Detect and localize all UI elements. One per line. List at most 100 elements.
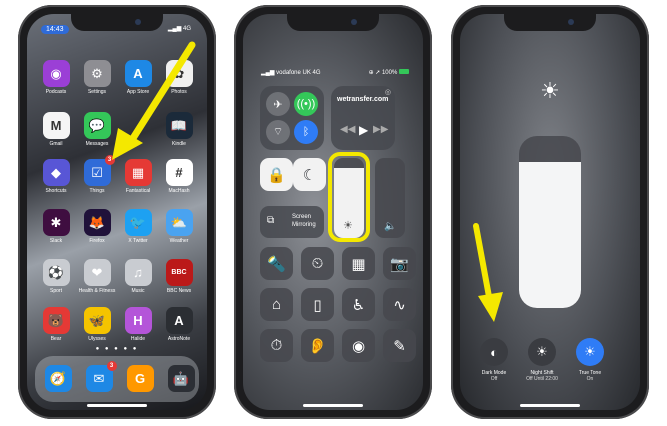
cellular-data-icon[interactable]: ((•)) bbox=[294, 92, 318, 116]
app-astronote[interactable]: A AstroNote bbox=[164, 307, 194, 342]
calculator-icon[interactable]: ▦ bbox=[342, 247, 375, 280]
play-icon[interactable]: ▶ bbox=[359, 123, 368, 137]
bluetooth-icon[interactable]: ᛒ bbox=[294, 120, 318, 144]
camera-icon[interactable]: 📷 bbox=[383, 247, 416, 280]
bbc-news-icon: BBC bbox=[165, 259, 193, 286]
true-tone-label: True Tone On bbox=[578, 370, 602, 382]
blank-icon bbox=[125, 112, 152, 139]
things-checkbox-icon: ☑ 3 bbox=[83, 155, 115, 186]
app-label: Weather bbox=[169, 238, 189, 244]
app-things[interactable]: ☑ 3 Things bbox=[82, 155, 115, 194]
app-music[interactable]: ♫ Music bbox=[123, 259, 153, 294]
app-messages[interactable]: 💬 Messages bbox=[82, 112, 112, 147]
app-x-twitter[interactable]: 🐦 X Twitter bbox=[123, 209, 153, 244]
bear-icon: 🐻 bbox=[42, 307, 70, 334]
dock-app-mail[interactable]: ✉ 3 bbox=[84, 361, 117, 392]
gear-icon: ⚙ bbox=[83, 60, 111, 87]
app-podcasts[interactable]: ◉ Podcasts bbox=[41, 60, 71, 95]
airplay-icon[interactable]: ◎ bbox=[385, 88, 391, 96]
dark-mode-button[interactable]: ◐ bbox=[480, 338, 508, 366]
app-label: App Store bbox=[126, 89, 150, 95]
home-indicator[interactable] bbox=[520, 404, 580, 407]
do-not-disturb-icon[interactable]: ☾ bbox=[293, 158, 326, 191]
app-label: Gmail bbox=[49, 141, 63, 147]
app-firefox[interactable]: 🦊 Firefox bbox=[82, 209, 112, 244]
app-label: Ulysses bbox=[88, 336, 106, 342]
large-brightness-slider[interactable] bbox=[519, 136, 581, 308]
home-indicator[interactable] bbox=[87, 404, 147, 407]
dock-app-g-app[interactable]: G bbox=[125, 365, 155, 392]
app-settings[interactable]: ⚙ Settings bbox=[82, 60, 112, 95]
app-kindle[interactable]: 📖 Kindle bbox=[164, 112, 194, 147]
night-shift-button[interactable]: ☀ bbox=[528, 338, 556, 366]
dark-mode-icon: ◐ bbox=[490, 344, 498, 360]
status-time: 14:43 bbox=[41, 25, 69, 34]
rewind-icon[interactable]: ◀◀ bbox=[340, 124, 355, 135]
music-folder-icon: ♫ bbox=[124, 259, 152, 286]
app-bbc-news[interactable]: BBC BBC News bbox=[164, 259, 194, 294]
app-label: MacHash bbox=[168, 188, 190, 194]
wifi-icon[interactable]: ⌔ bbox=[266, 120, 290, 144]
voice-memos-icon[interactable]: ∿ bbox=[383, 288, 416, 321]
volume-slider[interactable]: 🔈 bbox=[375, 158, 405, 238]
app-machash[interactable]: # MacHash bbox=[164, 159, 194, 194]
true-tone-button[interactable]: ☀ bbox=[576, 338, 604, 366]
hearing-icon[interactable]: 👂 bbox=[301, 329, 334, 362]
app-label: Podcasts bbox=[45, 89, 67, 95]
app-bear[interactable]: 🐻 Bear bbox=[41, 307, 71, 342]
now-playing-tile[interactable]: wetransfer.com ◎ ◀◀ ▶ ▶▶ bbox=[331, 86, 395, 150]
app-fantastical[interactable]: ▦ Fantastical bbox=[123, 159, 153, 194]
accessibility-icon[interactable]: ♿ bbox=[342, 288, 375, 321]
kindle-icon: 📖 bbox=[165, 112, 193, 139]
app-app-store[interactable]: A App Store bbox=[123, 60, 153, 95]
page-indicator[interactable]: ● ● ● ● ● bbox=[27, 346, 207, 352]
app-gmail[interactable]: M Gmail bbox=[41, 112, 71, 147]
forward-icon[interactable]: ▶▶ bbox=[373, 124, 388, 135]
app-label: Health & Fitness bbox=[78, 288, 116, 294]
sport-folder-icon: ⚽ bbox=[42, 259, 70, 286]
app-ulysses[interactable]: 🦋 Ulysses bbox=[82, 307, 112, 342]
app-slack[interactable]: ✱ Slack bbox=[41, 209, 71, 244]
connectivity-tile: ✈ ((•)) ⌔ ᛒ bbox=[260, 86, 324, 150]
app-empty-slot bbox=[123, 112, 153, 141]
timer-icon[interactable]: ⏲ bbox=[301, 247, 334, 280]
rotation-lock-icon[interactable]: 🔒 bbox=[260, 158, 293, 191]
astronote-icon: A bbox=[165, 307, 193, 334]
app-label: Kindle bbox=[172, 141, 186, 147]
screen-mirroring-button[interactable]: ⧉ Screen Mirroring bbox=[260, 206, 324, 238]
screen-recording-icon[interactable]: ◉ bbox=[342, 329, 375, 362]
dock-app-safari-compass[interactable]: 🧭 bbox=[43, 365, 73, 392]
apple-tv-remote-icon[interactable]: ▯ bbox=[301, 288, 334, 321]
robot-app-icon: 🤖 bbox=[167, 365, 195, 392]
airplane-mode-icon[interactable]: ✈ bbox=[266, 92, 290, 116]
app-shortcuts[interactable]: ◆ Shortcuts bbox=[41, 159, 71, 194]
network-status: ▂▄▆ 4G bbox=[167, 26, 191, 32]
safari-compass-icon: 🧭 bbox=[44, 365, 72, 392]
app-halide[interactable]: H Halide bbox=[123, 307, 153, 342]
app-weather[interactable]: ⛅ Weather bbox=[164, 209, 194, 244]
brightness-highlight-box bbox=[328, 152, 370, 242]
photos-icon: ✿ bbox=[165, 60, 193, 87]
app-health-fitness[interactable]: ❤ Health & Fitness bbox=[79, 259, 115, 294]
firefox-icon: 🦊 bbox=[83, 209, 111, 236]
app-photos[interactable]: ✿ Photos bbox=[164, 60, 194, 95]
app-label: Fantastical bbox=[125, 188, 151, 194]
home-indicator[interactable] bbox=[303, 404, 363, 407]
notch bbox=[287, 14, 379, 31]
brightness-screen: ☀ ◐ Dark Mode Off ☀ Night Shift Off Until 22:… bbox=[460, 14, 640, 410]
app-label: X Twitter bbox=[128, 238, 148, 244]
app-sport[interactable]: ⚽ Sport bbox=[41, 259, 71, 294]
dock-app-robot-app[interactable]: 🤖 bbox=[166, 365, 196, 392]
app-label: Sport bbox=[50, 288, 62, 294]
battery-status: ⊕ ➚ 100% bbox=[369, 69, 409, 76]
app-label: Shortcuts bbox=[45, 188, 67, 194]
phone-control-center: ▂▄▆ vodafone UK 4G ⊕ ➚ 100% ✈ ((•)) ⌔ ᛒ … bbox=[234, 5, 432, 419]
app-label: BBC News bbox=[166, 288, 192, 294]
screen-mirroring-label-1: Screen bbox=[292, 214, 312, 220]
torch-icon[interactable]: 🔦 bbox=[260, 247, 293, 280]
app-label: Halide bbox=[130, 336, 146, 342]
home-icon[interactable]: ⌂ bbox=[260, 288, 293, 321]
notes-icon[interactable]: ✎ bbox=[383, 329, 416, 362]
app-label: Firefox bbox=[89, 238, 105, 244]
stopwatch-icon[interactable]: ⏱ bbox=[260, 329, 293, 362]
